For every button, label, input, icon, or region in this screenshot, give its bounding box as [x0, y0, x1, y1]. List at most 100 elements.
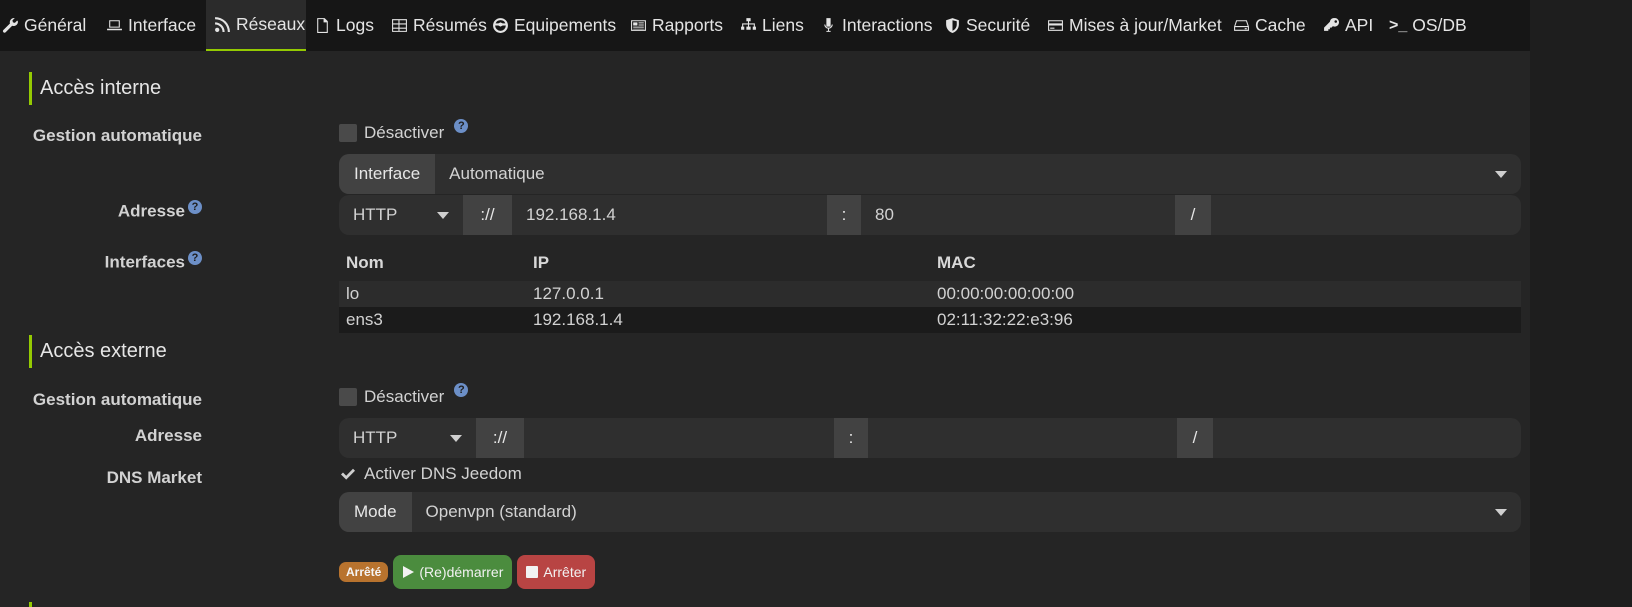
dns-checkbox-row[interactable]: Activer DNS Jeedom	[339, 464, 522, 484]
internal-path-input[interactable]	[1211, 195, 1521, 235]
external-auto-checkbox[interactable]	[339, 388, 357, 406]
tab-securite[interactable]: Securité	[936, 0, 1039, 51]
tab-mises-a-jour-market[interactable]: Mises à jour/Market	[1039, 0, 1225, 51]
tab-reseaux[interactable]: Réseaux	[206, 0, 306, 51]
dns-checkbox[interactable]	[339, 465, 357, 483]
status-badge: Arrêté	[339, 562, 389, 582]
tab-label: API	[1345, 15, 1374, 35]
external-auto-checkbox-label: Désactiver	[364, 387, 445, 406]
tab-label: Rapports	[652, 15, 724, 35]
table-row: lo 127.0.0.1 00:00:00:00:00:00	[339, 281, 1521, 307]
chevron-down-icon	[437, 211, 449, 219]
hdd-icon	[1234, 20, 1249, 31]
interfaces-label: Interfaces?	[105, 251, 202, 273]
tab-logs[interactable]: Logs	[306, 0, 383, 51]
tab-os-db[interactable]: >_ OS/DB	[1381, 0, 1467, 51]
cell-ip: 192.168.1.4	[533, 310, 623, 329]
port-separator: :	[827, 195, 861, 235]
interfaces-table: Nom IP MAC lo 127.0.0.1 00:00:00:00:00:0…	[339, 245, 1521, 333]
credit-card-icon	[1048, 20, 1063, 31]
external-port-input[interactable]	[868, 418, 1177, 458]
tab-label: Résumés	[413, 15, 487, 35]
dns-status-controls: Arrêté (Re)démarrer Arrêter	[339, 555, 596, 589]
external-address-label-text: Adresse	[134, 426, 202, 445]
external-host-input[interactable]	[524, 418, 834, 458]
network-settings-panel: Accès interne Gestion automatique Désact…	[0, 51, 1530, 607]
terminal-icon: >_	[1389, 16, 1408, 34]
interface-select-value: Automatique	[449, 164, 545, 183]
cube-icon	[493, 18, 508, 33]
help-icon[interactable]: ?	[188, 251, 202, 265]
external-access-title: Accès externe	[29, 335, 429, 368]
interface-select[interactable]: Automatique	[435, 154, 1521, 194]
external-auto-checkbox-row[interactable]: Désactiver ?	[339, 383, 469, 407]
tab-api[interactable]: API	[1315, 0, 1381, 51]
microphone-icon	[824, 18, 833, 32]
help-icon[interactable]: ?	[454, 383, 469, 397]
external-address-group: HTTP :// : /	[339, 418, 1521, 458]
stop-button-label: Arrêter	[543, 564, 587, 580]
dns-mode-select-group: Mode Openvpn (standard)	[339, 492, 1521, 532]
tab-general[interactable]: Général	[0, 0, 98, 51]
external-auto-label-text: Gestion automatique	[32, 390, 202, 409]
stop-button[interactable]: Arrêter	[517, 555, 596, 589]
play-icon	[403, 566, 415, 578]
scheme-separator: ://	[476, 418, 524, 458]
external-protocol-value: HTTP	[353, 428, 398, 447]
internal-host-input[interactable]: 192.168.1.4	[512, 195, 827, 235]
stop-icon	[526, 566, 539, 578]
dns-market-label: DNS Market	[107, 468, 202, 488]
cell-nom: ens3	[346, 310, 383, 329]
tab-liens[interactable]: Liens	[732, 0, 812, 51]
table-header-row: Nom IP MAC	[339, 245, 1521, 281]
external-protocol-select[interactable]: HTTP	[339, 418, 476, 458]
tab-label: Equipements	[514, 15, 617, 35]
external-auto-label: Gestion automatique	[33, 390, 202, 410]
laptop-icon	[107, 20, 122, 31]
help-icon[interactable]: ?	[188, 200, 202, 214]
tab-label: Réseaux	[236, 14, 306, 34]
next-section-accent	[29, 602, 32, 607]
internal-auto-label-text: Gestion automatique	[32, 126, 202, 145]
restart-button[interactable]: (Re)démarrer	[393, 555, 513, 589]
tab-label: Général	[24, 15, 87, 35]
tab-interface[interactable]: Interface	[98, 0, 206, 51]
internal-port-input[interactable]: 80	[861, 195, 1175, 235]
internal-host-value: 192.168.1.4	[526, 205, 616, 224]
mode-select[interactable]: Openvpn (standard)	[412, 492, 1521, 532]
tab-label: Interactions	[842, 15, 933, 35]
mode-addon: Mode	[339, 492, 412, 532]
column-header-nom: Nom	[346, 253, 384, 272]
tab-label: Liens	[762, 15, 804, 35]
tab-rapports[interactable]: Rapports	[622, 0, 732, 51]
interface-addon: Interface	[339, 154, 436, 194]
help-icon[interactable]: ?	[454, 119, 469, 133]
tab-resumes[interactable]: Résumés	[383, 0, 487, 51]
table-row: ens3 192.168.1.4 02:11:32:22:e3:96	[339, 307, 1521, 333]
sitemap-icon	[741, 18, 756, 30]
cell-mac: 02:11:32:22:e3:96	[937, 310, 1073, 329]
external-address-label: Adresse	[135, 426, 202, 446]
tab-interactions[interactable]: Interactions	[812, 0, 936, 51]
rss-icon	[215, 17, 230, 32]
external-path-input[interactable]	[1213, 418, 1521, 458]
tab-label: Cache	[1255, 15, 1306, 35]
column-header-mac: MAC	[937, 253, 976, 272]
newspaper-icon	[631, 20, 646, 31]
internal-auto-checkbox-label: Désactiver	[364, 123, 445, 142]
scheme-separator: ://	[463, 195, 512, 235]
wrench-icon	[2, 18, 18, 33]
mode-select-value: Openvpn (standard)	[425, 502, 577, 521]
shield-icon	[946, 18, 959, 33]
internal-protocol-select[interactable]: HTTP	[339, 195, 463, 235]
internal-auto-checkbox-row[interactable]: Désactiver ?	[339, 119, 469, 143]
settings-tab-bar: Général Interface Réseaux Logs Résumés E…	[0, 0, 1530, 51]
internal-address-group: HTTP :// 192.168.1.4 : 80 /	[339, 195, 1521, 235]
tab-cache[interactable]: Cache	[1225, 0, 1315, 51]
chevron-down-icon	[450, 434, 462, 442]
chevron-down-icon	[1495, 170, 1507, 178]
tab-equipements[interactable]: Equipements	[484, 0, 622, 51]
internal-auto-checkbox[interactable]	[339, 124, 357, 142]
internal-auto-label: Gestion automatique	[33, 126, 202, 146]
dns-market-label-text: DNS Market	[106, 468, 202, 487]
